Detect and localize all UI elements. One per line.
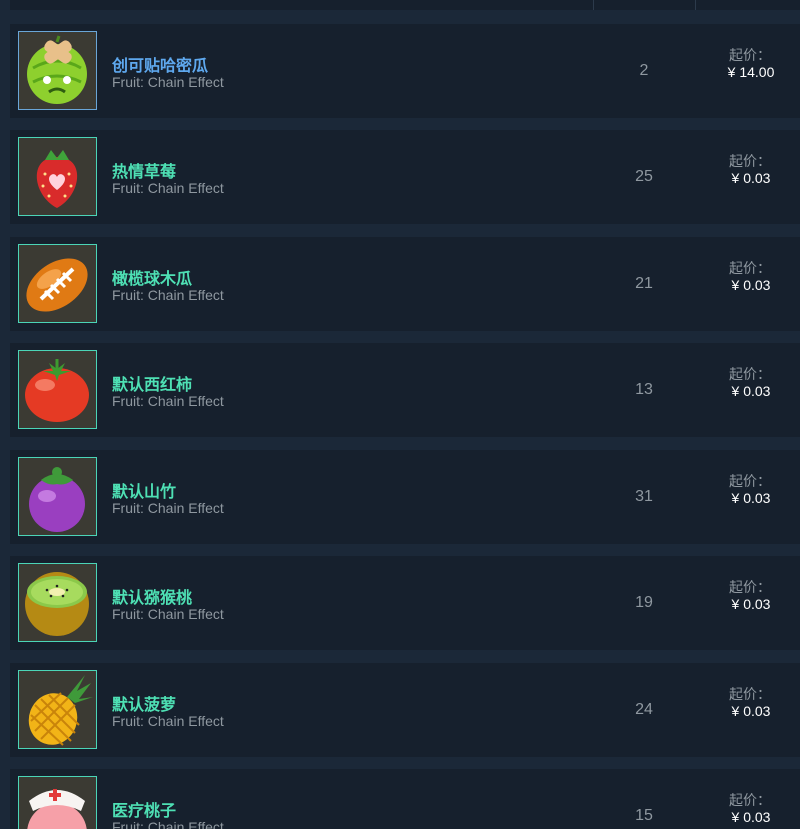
item-game-label: Fruit: Chain Effect [112, 393, 224, 409]
price-label: 起价： [729, 260, 771, 276]
price-label: 起价： [729, 473, 771, 489]
item-quantity: 19 [635, 594, 653, 611]
price-label: 起价： [729, 792, 771, 808]
strawberry-icon [18, 137, 97, 216]
price-label: 起价： [729, 366, 771, 382]
item-price: ¥ 0.03 [731, 703, 771, 719]
listing-row-papaya[interactable]: 橄榄球木瓜 Fruit: Chain Effect 21 起价： ¥ 0.03 [10, 237, 800, 331]
item-quantity: 13 [635, 381, 653, 398]
item-price: ¥ 0.03 [731, 383, 771, 399]
item-game-label: Fruit: Chain Effect [112, 180, 224, 196]
listing-row-cantaloupe[interactable]: 创可贴哈密瓜 Fruit: Chain Effect 2 起价： ¥ 14.00 [10, 24, 800, 118]
item-game-label: Fruit: Chain Effect [112, 74, 224, 90]
listing-row-pineapple[interactable]: 默认菠萝 Fruit: Chain Effect 24 起价： ¥ 0.03 [10, 663, 800, 757]
item-name[interactable]: 默认猕猴桃 [112, 584, 192, 608]
price-label: 起价： [729, 47, 771, 63]
item-game-label: Fruit: Chain Effect [112, 606, 224, 622]
column-divider [593, 0, 594, 10]
tomato-icon [18, 350, 97, 429]
kiwi-icon [18, 563, 97, 642]
item-quantity: 21 [635, 275, 653, 292]
item-name[interactable]: 默认菠萝 [112, 691, 176, 715]
item-quantity: 15 [635, 807, 653, 824]
item-game-label: Fruit: Chain Effect [112, 713, 224, 729]
item-game-label: Fruit: Chain Effect [112, 819, 224, 829]
item-price: ¥ 14.00 [727, 64, 775, 80]
item-name[interactable]: 医疗桃子 [112, 797, 176, 821]
item-name[interactable]: 创可贴哈密瓜 [112, 52, 208, 76]
item-name[interactable]: 默认山竹 [112, 478, 176, 502]
item-price: ¥ 0.03 [731, 809, 771, 825]
papaya-football-icon [18, 244, 97, 323]
listing-row-kiwi[interactable]: 默认猕猴桃 Fruit: Chain Effect 19 起价： ¥ 0.03 [10, 556, 800, 650]
item-name[interactable]: 热情草莓 [112, 158, 176, 182]
item-name[interactable]: 橄榄球木瓜 [112, 265, 192, 289]
listing-table-header [10, 0, 800, 10]
item-game-label: Fruit: Chain Effect [112, 287, 224, 303]
price-label: 起价： [729, 153, 771, 169]
item-quantity: 25 [635, 168, 653, 185]
melon-icon [18, 31, 97, 110]
item-price: ¥ 0.03 [731, 596, 771, 612]
price-label: 起价： [729, 686, 771, 702]
listing-row-strawberry[interactable]: 热情草莓 Fruit: Chain Effect 25 起价： ¥ 0.03 [10, 130, 800, 224]
peach-nurse-icon [18, 776, 97, 829]
item-quantity: 31 [635, 488, 653, 505]
market-listing-page: 创可贴哈密瓜 Fruit: Chain Effect 2 起价： ¥ 14.00… [0, 0, 800, 829]
item-price: ¥ 0.03 [731, 277, 771, 293]
listing-row-mangosteen[interactable]: 默认山竹 Fruit: Chain Effect 31 起价： ¥ 0.03 [10, 450, 800, 544]
listing-row-peach[interactable]: 医疗桃子 Fruit: Chain Effect 15 起价： ¥ 0.03 [10, 769, 800, 829]
item-price: ¥ 0.03 [731, 490, 771, 506]
price-label: 起价： [729, 579, 771, 595]
item-game-label: Fruit: Chain Effect [112, 500, 224, 516]
item-price: ¥ 0.03 [731, 170, 771, 186]
item-quantity: 24 [635, 701, 653, 718]
pineapple-icon [18, 670, 97, 749]
mangosteen-icon [18, 457, 97, 536]
column-divider [695, 0, 696, 10]
listing-row-tomato[interactable]: 默认西红柿 Fruit: Chain Effect 13 起价： ¥ 0.03 [10, 343, 800, 437]
item-name[interactable]: 默认西红柿 [112, 371, 192, 395]
item-quantity: 2 [639, 62, 649, 79]
